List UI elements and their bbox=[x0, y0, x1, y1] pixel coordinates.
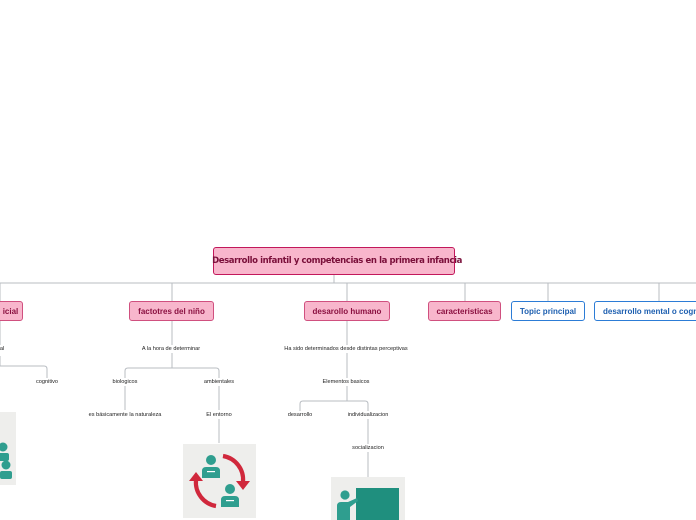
topic-label: caracteristicas bbox=[436, 306, 493, 316]
central-topic[interactable]: Desarrollo infantil y competencias en la… bbox=[212, 247, 462, 275]
topic-caracteristicas[interactable]: caracteristicas bbox=[428, 301, 501, 321]
central-topic-label: Desarrollo infantil y competencias en la… bbox=[212, 256, 462, 266]
subtopic-label[interactable]: desarrollo bbox=[288, 411, 313, 419]
subtopic-label[interactable]: al bbox=[0, 345, 4, 353]
subtopic-label[interactable]: biologicos bbox=[113, 378, 138, 386]
subtopic-label[interactable]: individualizacion bbox=[348, 411, 389, 419]
teacher-board-icon bbox=[337, 488, 399, 520]
exchange-people-icon bbox=[189, 453, 250, 509]
mind-map-canvas[interactable]: Desarrollo infantil y competencias en la… bbox=[0, 0, 696, 520]
subtopic-label[interactable]: El entorno bbox=[206, 411, 232, 419]
topic-desarrollo-humano[interactable]: desarollo humano bbox=[304, 301, 390, 321]
subtopic-label[interactable]: A la hora de determinar bbox=[142, 345, 200, 353]
topic-icial[interactable]: icial bbox=[0, 301, 23, 321]
topic-label: factotres del niño bbox=[138, 306, 205, 316]
exchange-people-icon-image bbox=[183, 444, 256, 518]
topic-desarrollo-mental[interactable]: desarrollo mental o cognitivo bbox=[594, 301, 696, 321]
people-icon bbox=[0, 442, 12, 479]
subtopic-label[interactable]: Ha sido determinados desde distintas per… bbox=[284, 345, 407, 353]
subtopic-label[interactable]: es básicamente la naturaleza bbox=[89, 411, 162, 419]
subtopic-label[interactable]: cognitivo bbox=[36, 378, 58, 386]
subtopic-label[interactable]: Elementos basicos bbox=[323, 378, 370, 386]
topic-label: Topic principal bbox=[519, 306, 577, 316]
topic-factores[interactable]: factotres del niño bbox=[129, 301, 214, 321]
teacher-board-icon-image bbox=[331, 477, 405, 520]
subtopic-label[interactable]: socializacion bbox=[352, 444, 384, 452]
topic-label: icial bbox=[2, 306, 19, 316]
subtopic-label[interactable]: ambientales bbox=[204, 378, 234, 386]
topic-principal[interactable]: Topic principal bbox=[511, 301, 585, 321]
topic-label: desarrollo mental o cognitivo bbox=[603, 306, 696, 316]
people-icon-image bbox=[0, 412, 16, 485]
topic-label: desarollo humano bbox=[312, 306, 382, 316]
